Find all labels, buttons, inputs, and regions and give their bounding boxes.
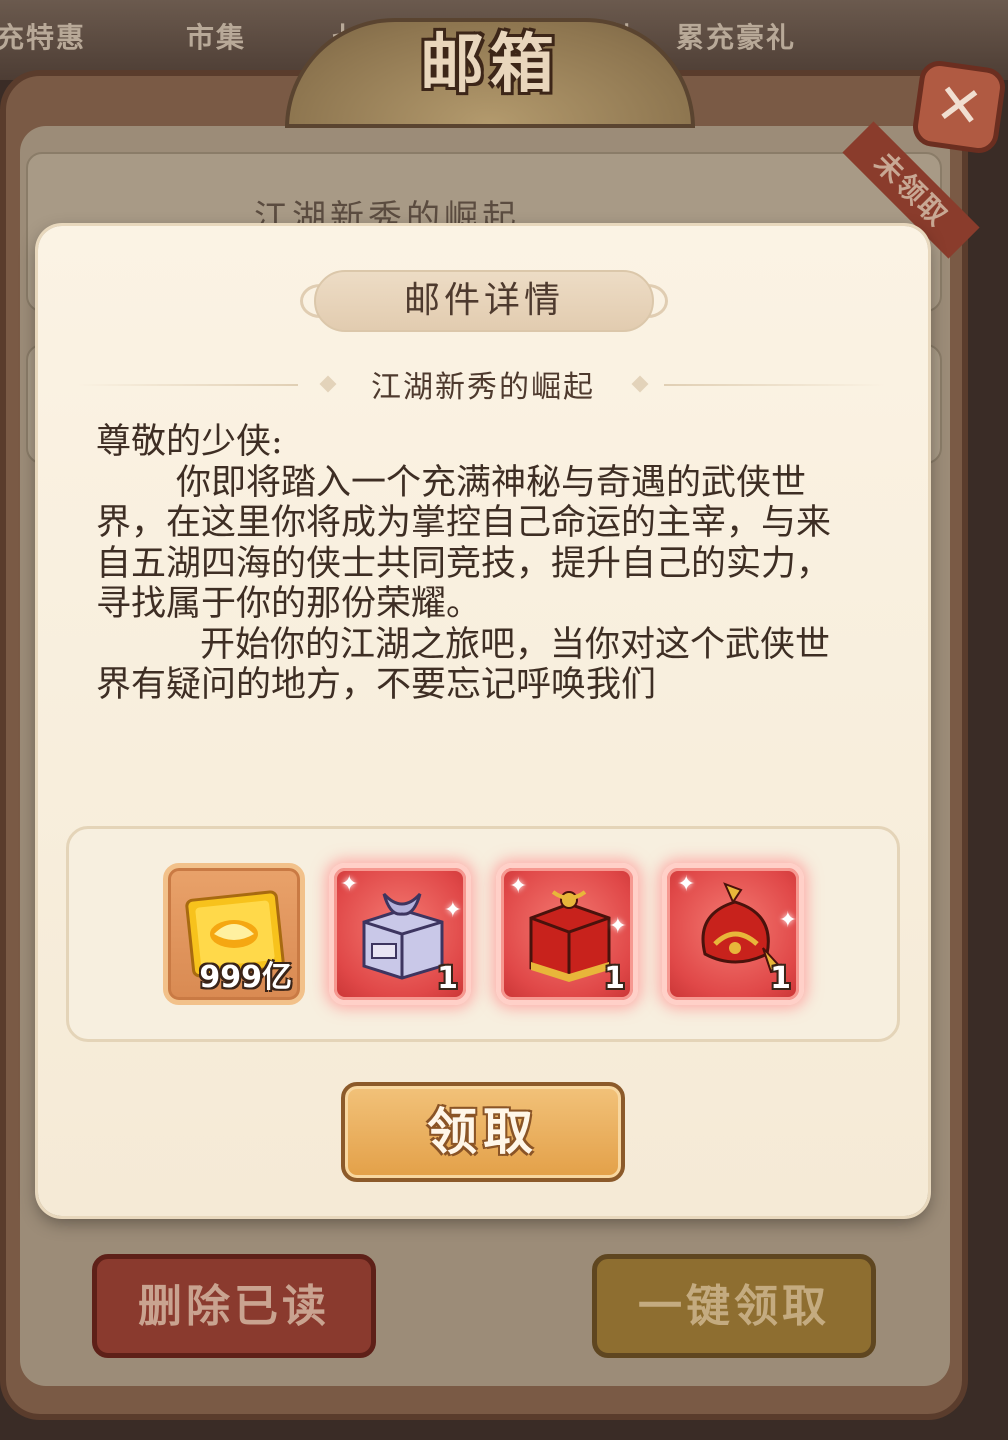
sparkle-icon: ✦ — [608, 914, 627, 939]
sparkle-icon: ✦ — [778, 908, 797, 933]
attachment-count: 999亿 — [199, 960, 292, 995]
subject-divider-left — [78, 384, 298, 386]
delete-read-button[interactable]: 删除已读 — [92, 1254, 376, 1358]
attachment-count: 1 — [437, 961, 458, 996]
subject-divider-right — [664, 384, 884, 386]
claim-all-button[interactable]: 一键领取 — [592, 1254, 876, 1358]
tab-cumulative-recharge[interactable]: 累充豪礼 — [676, 18, 796, 58]
mail-greeting: 尊敬的少侠: — [96, 422, 283, 462]
claim-button[interactable]: 领取 — [341, 1082, 625, 1182]
tab-market[interactable]: 市集 — [186, 18, 246, 58]
attachment-count: 1 — [604, 961, 625, 996]
attachment-item[interactable]: 999亿 — [163, 863, 305, 1005]
mail-paragraph: 你即将踏入一个充满神秘与奇遇的武侠世界，在这里你将成为掌控自己命运的主宰，与来自… — [96, 462, 832, 625]
attachment-item[interactable]: ✦ ✦ 1 — [662, 863, 804, 1005]
sparkle-icon: ✦ — [677, 872, 696, 897]
sparkle-icon: ✦ — [443, 898, 462, 923]
mail-body: 尊敬的少侠: 你即将踏入一个充满神秘与奇遇的武侠世界，在这里你将成为掌控自己命运… — [96, 422, 836, 706]
sparkle-icon: ✦ — [509, 874, 528, 899]
mailbox-title: 邮箱 — [420, 27, 560, 102]
attachment-count: 1 — [770, 961, 791, 996]
close-button[interactable]: ✕ — [910, 58, 1008, 156]
dialog-title: 邮件详情 — [314, 270, 654, 332]
mail-paragraph: 开始你的江湖之旅吧，当你对这个武侠世界有疑问的地方，不要忘记呼唤我们 — [96, 624, 831, 706]
sparkle-icon: ✦ — [340, 872, 359, 897]
attachment-item[interactable]: ✦ ✦ 1 — [496, 863, 638, 1005]
mail-subject: 江湖新秀的崛起 — [371, 370, 595, 405]
tab-recharge-deals[interactable]: 充特惠 — [0, 18, 86, 58]
mail-detail-dialog: 邮件详情 江湖新秀的崛起 尊敬的少侠: 你即将踏入一个充满神秘与奇遇的武侠世界，… — [38, 226, 928, 1216]
attachments-panel: 999亿 ✦ ✦ 1 ✦ ✦ 1 ✦ ✦ 1 — [66, 826, 900, 1042]
attachment-item[interactable]: ✦ ✦ 1 — [329, 863, 471, 1005]
close-icon: ✕ — [931, 71, 987, 142]
